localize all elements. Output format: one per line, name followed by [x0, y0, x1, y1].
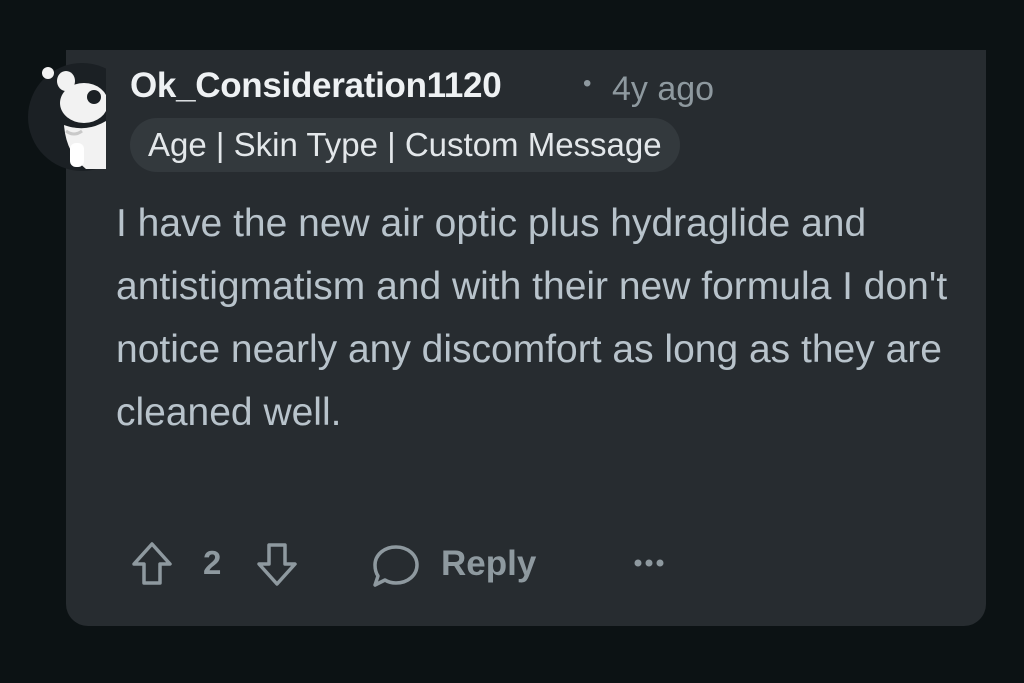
downvote-button[interactable] — [255, 540, 299, 588]
snoo-avatar-icon — [28, 63, 106, 171]
user-flair: Age | Skin Type | Custom Message — [130, 118, 680, 172]
speech-bubble-icon — [373, 545, 419, 587]
comment-body: I have the new air optic plus hydraglide… — [116, 202, 948, 434]
arrow-down-icon — [257, 543, 297, 586]
ellipsis-icon — [634, 559, 664, 567]
upvote-button[interactable] — [130, 540, 174, 588]
comment-timestamp: 4y ago — [612, 70, 715, 108]
arrow-up-icon — [132, 542, 172, 585]
avatar[interactable] — [26, 61, 106, 173]
reply-button[interactable] — [370, 542, 422, 590]
meta-separator: • — [583, 70, 592, 97]
username-link[interactable]: Ok_Consideration1120 — [130, 66, 502, 106]
reply-label[interactable]: Reply — [441, 544, 536, 584]
vote-count: 2 — [203, 544, 222, 581]
more-options-button[interactable] — [632, 556, 668, 570]
